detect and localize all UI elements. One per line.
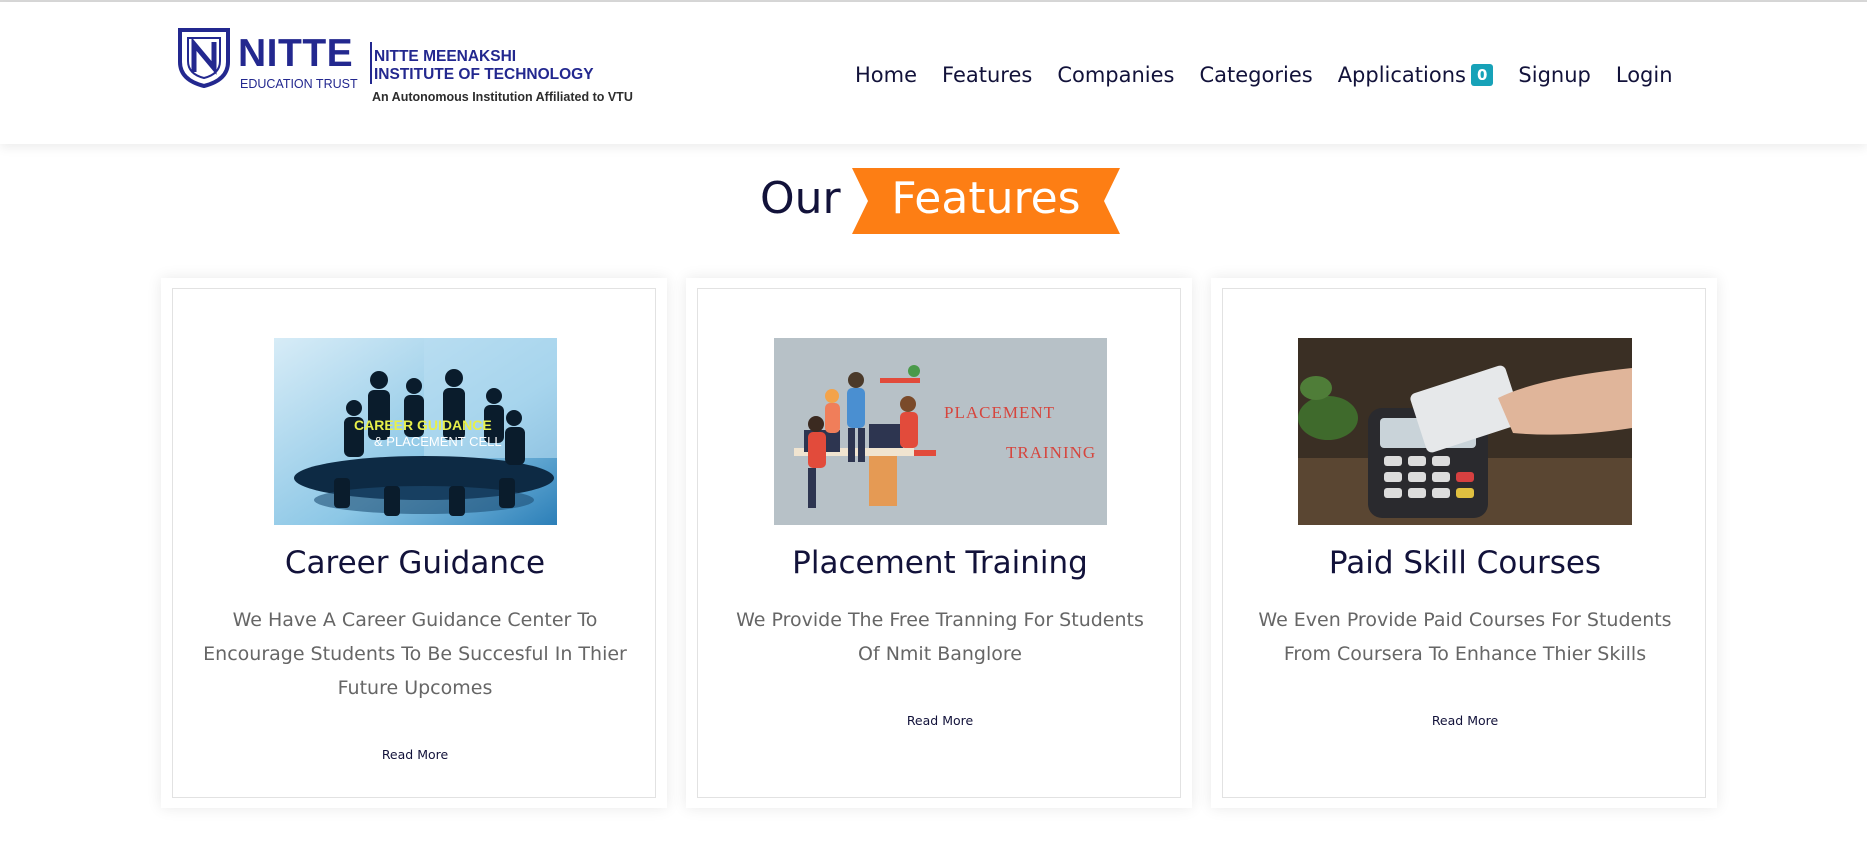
nav-home[interactable]: Home [855, 63, 917, 87]
heading-highlight: Features [891, 173, 1081, 224]
nav-applications[interactable]: Applications 0 [1338, 63, 1494, 87]
feature-card-career-guidance: CAREER GUIDANCE & PLACEMENT CELL Career … [161, 278, 667, 808]
logo-institute-line2: INSTITUTE OF TECHNOLOGY [374, 66, 594, 83]
nav-companies[interactable]: Companies [1057, 63, 1174, 87]
card-description: We Even Provide Paid Courses For Student… [1258, 609, 1672, 665]
career-image-text-1: CAREER GUIDANCE [354, 417, 492, 433]
site-logo[interactable]: NITTE EDUCATION TRUST NITTE MEENAKSHI IN… [178, 28, 638, 112]
card-title: Paid Skill Courses [1328, 545, 1602, 581]
feature-card-paid-skill-courses: Paid Skill Courses We Even Provide Paid … [1211, 278, 1717, 808]
site-header: NITTE EDUCATION TRUST NITTE MEENAKSHI IN… [0, 2, 1867, 144]
card-title: Career Guidance [284, 545, 546, 581]
nitte-shield-logo-icon [178, 28, 230, 88]
heading-prefix: Our [760, 173, 841, 224]
nav-features[interactable]: Features [942, 63, 1032, 87]
logo-institute-line1: NITTE MEENAKSHI [374, 48, 517, 65]
nav-signup[interactable]: Signup [1518, 63, 1590, 87]
read-more-link[interactable]: Read More [1223, 713, 1707, 728]
logo-divider [370, 42, 372, 84]
heading-ribbon: Features [852, 168, 1120, 234]
read-more-link[interactable]: Read More [698, 713, 1182, 728]
paid-skill-courses-image [1298, 338, 1632, 525]
placement-training-image: PLACEMENT TRAINING [774, 338, 1107, 525]
logo-tagline: An Autonomous Institution Affiliated to … [372, 90, 633, 104]
card-title: Placement Training [792, 545, 1088, 581]
career-image-text-2: & PLACEMENT CELL [374, 434, 502, 449]
logo-brand: NITTE [238, 32, 354, 75]
feature-card-placement-training: PLACEMENT TRAINING Placement Training We… [686, 278, 1192, 808]
main-nav: Home Features Companies Categories Appli… [855, 60, 1673, 90]
card-description: We Have A Career Guidance Center To Enco… [203, 609, 627, 699]
read-more-link[interactable]: Read More [173, 747, 657, 762]
card-description: We Provide The Free Tranning For Student… [736, 609, 1144, 665]
applications-count-badge: 0 [1470, 64, 1494, 86]
career-guidance-image: CAREER GUIDANCE & PLACEMENT CELL [274, 338, 557, 525]
nav-login[interactable]: Login [1616, 63, 1673, 87]
nav-categories[interactable]: Categories [1199, 63, 1312, 87]
nav-applications-label: Applications [1337, 63, 1466, 87]
logo-trust: EDUCATION TRUST [240, 77, 358, 91]
placement-image-text-2: TRAINING [1006, 443, 1096, 462]
placement-image-text-1: PLACEMENT [944, 403, 1055, 422]
